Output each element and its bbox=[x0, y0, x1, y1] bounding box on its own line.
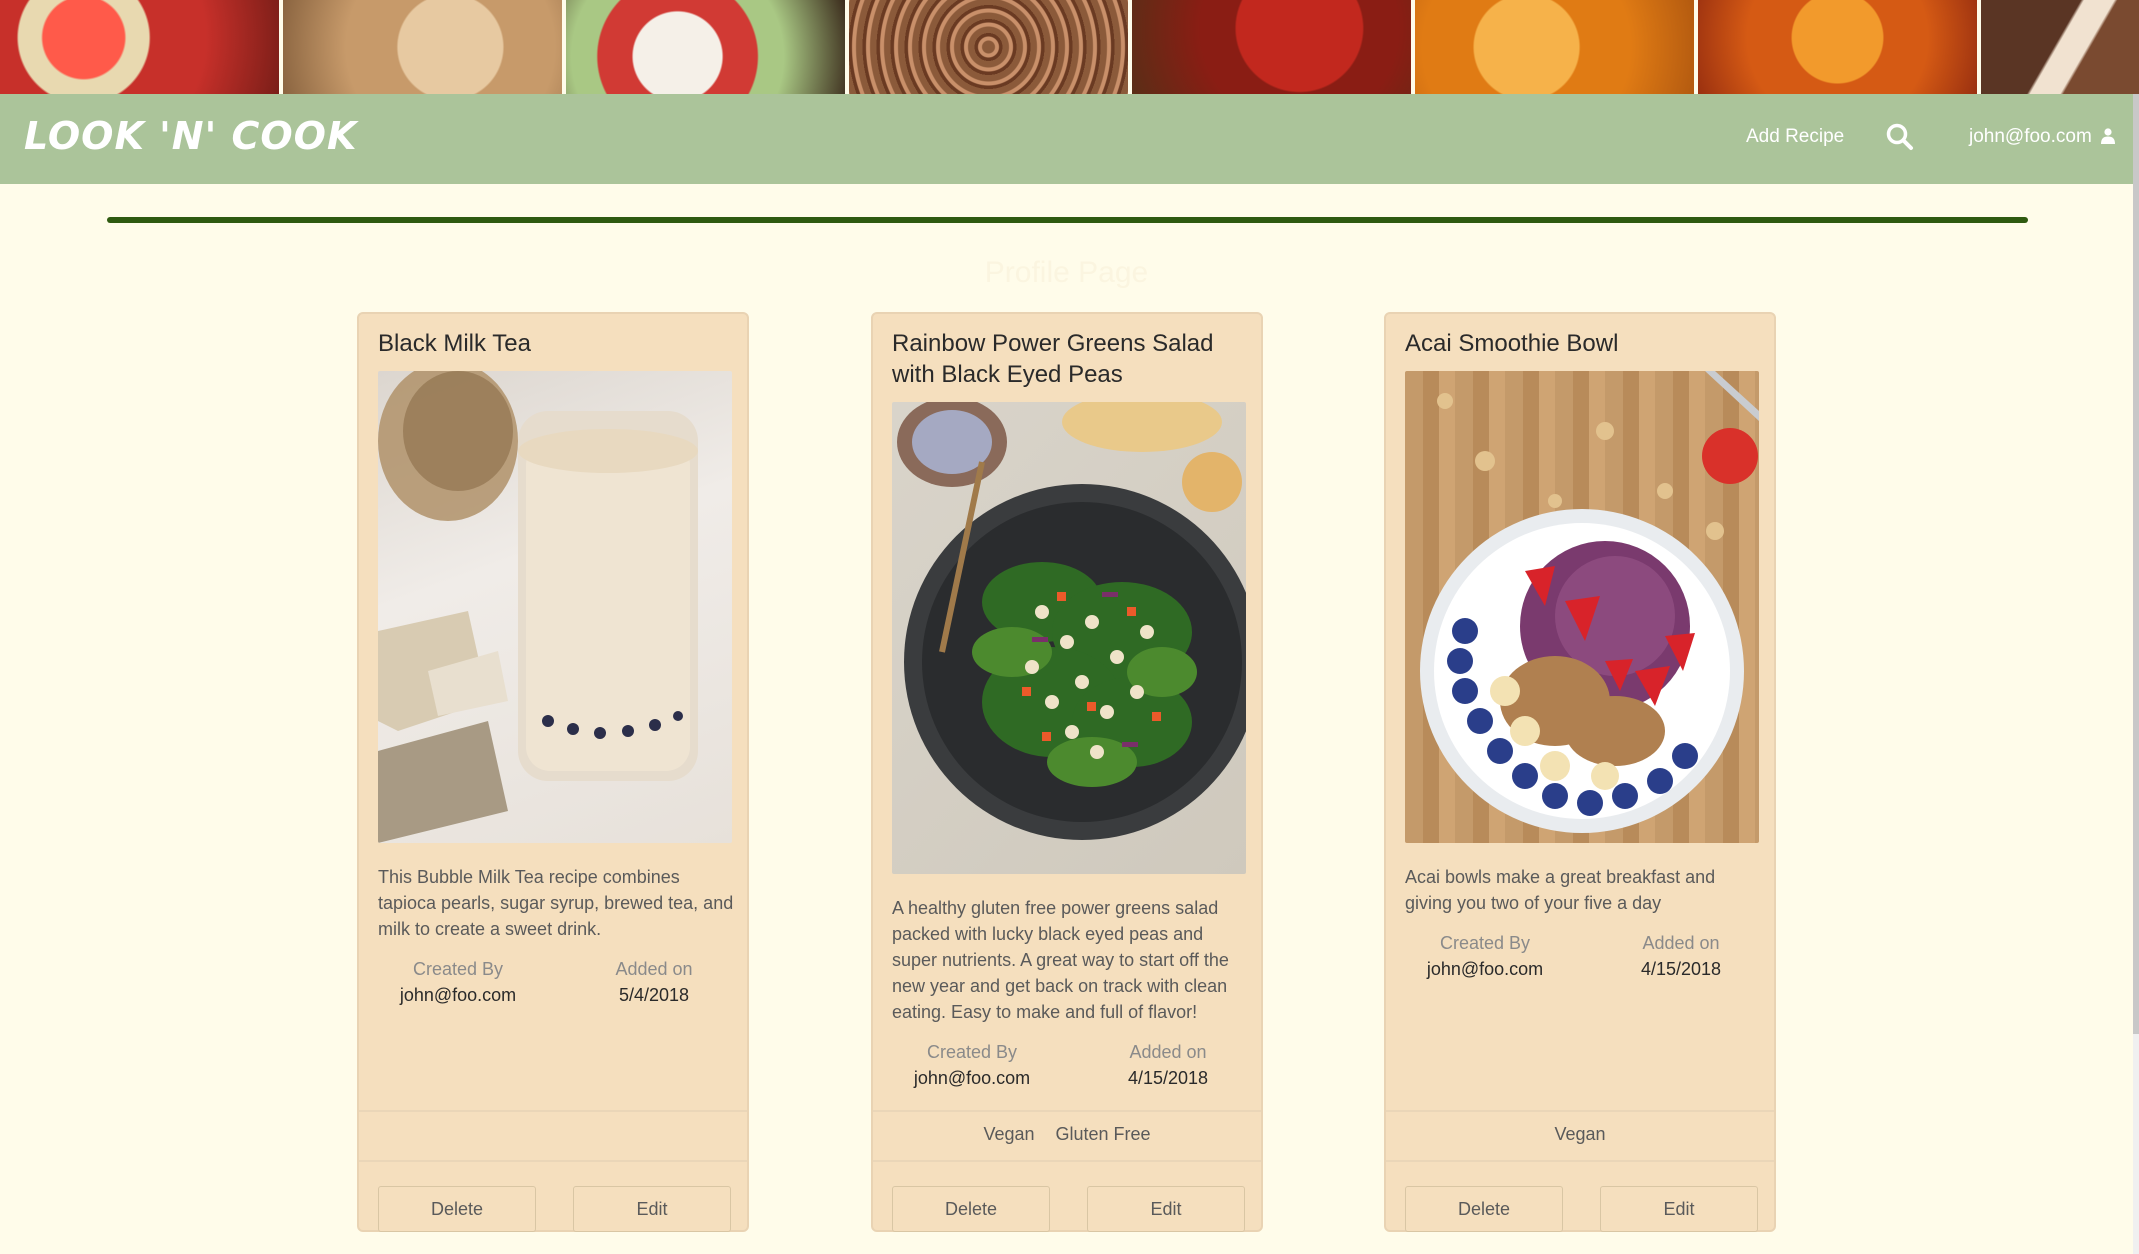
edit-button[interactable]: Edit bbox=[1087, 1186, 1245, 1232]
banner-food-image bbox=[1981, 0, 2139, 94]
recipe-image[interactable] bbox=[892, 402, 1246, 874]
recipe-tags: Vegan Gluten Free bbox=[873, 1110, 1261, 1160]
created-by-value: john@foo.com bbox=[399, 985, 517, 1005]
recipe-image[interactable] bbox=[1405, 371, 1759, 843]
created-by-label: Created By bbox=[1439, 933, 1531, 953]
banner-food-image bbox=[0, 0, 279, 94]
user-icon bbox=[2101, 128, 2116, 144]
banner-food-image bbox=[283, 0, 562, 94]
tag-vegan: Vegan bbox=[983, 1124, 1035, 1144]
user-menu[interactable]: john@foo.com bbox=[1969, 126, 2116, 148]
delete-button[interactable]: Delete bbox=[1405, 1186, 1563, 1232]
created-by-value: john@foo.com bbox=[1426, 959, 1544, 979]
tag-gluten-free: Gluten Free bbox=[1055, 1124, 1151, 1144]
recipe-tags: Vegan bbox=[1386, 1110, 1774, 1160]
recipe-title[interactable]: Black Milk Tea bbox=[378, 328, 734, 359]
tag-vegan: Vegan bbox=[1554, 1124, 1606, 1144]
add-recipe-link[interactable]: Add Recipe bbox=[1746, 126, 1844, 148]
scrollbar-thumb[interactable] bbox=[2133, 94, 2139, 1034]
edit-button[interactable]: Edit bbox=[1600, 1186, 1758, 1232]
banner-food-image bbox=[1415, 0, 1694, 94]
recipe-actions: Delete Edit bbox=[359, 1160, 747, 1232]
recipe-description: A healthy gluten free power greens salad… bbox=[892, 898, 1229, 1022]
created-by-label: Created By bbox=[412, 959, 504, 979]
edit-button[interactable]: Edit bbox=[573, 1186, 731, 1232]
added-on-label: Added on bbox=[1642, 933, 1720, 953]
delete-button[interactable]: Delete bbox=[378, 1186, 536, 1232]
site-logo[interactable]: LOOK 'N' COOK bbox=[24, 114, 357, 158]
recipe-actions: Delete Edit bbox=[873, 1160, 1261, 1232]
user-email: john@foo.com bbox=[1969, 126, 2092, 147]
recipe-card: Rainbow Power Greens Salad with Black Ey… bbox=[871, 312, 1263, 1232]
recipe-title[interactable]: Acai Smoothie Bowl bbox=[1405, 328, 1761, 359]
recipe-description: This Bubble Milk Tea recipe combines tap… bbox=[378, 867, 734, 939]
search-icon bbox=[1886, 123, 1913, 150]
banner-food-image bbox=[1698, 0, 1977, 94]
search-button[interactable] bbox=[1885, 122, 1915, 152]
header-banner-images bbox=[0, 0, 2139, 94]
delete-button[interactable]: Delete bbox=[892, 1186, 1050, 1232]
recipe-card: Acai Smoothie Bowl Acai bowls make a gre… bbox=[1384, 312, 1776, 1232]
recipe-tags bbox=[359, 1110, 747, 1160]
added-on-value: 5/4/2018 bbox=[618, 985, 690, 1005]
recipe-title[interactable]: Rainbow Power Greens Salad with Black Ey… bbox=[892, 328, 1248, 390]
recipe-card: Black Milk Tea This Bubble Milk Tea reci… bbox=[357, 312, 749, 1232]
banner-food-image bbox=[1132, 0, 1411, 94]
added-on-value: 4/15/2018 bbox=[1640, 959, 1722, 979]
added-on-value: 4/15/2018 bbox=[1127, 1068, 1209, 1088]
section-divider bbox=[107, 217, 2028, 223]
recipe-actions: Delete Edit bbox=[1386, 1160, 1774, 1232]
created-by-label: Created By bbox=[926, 1042, 1018, 1062]
created-by-value: john@foo.com bbox=[913, 1068, 1031, 1088]
page-title: Profile Page bbox=[984, 256, 1149, 289]
navbar: LOOK 'N' COOK Add Recipe john@foo.com bbox=[0, 94, 2133, 184]
added-on-label: Added on bbox=[615, 959, 693, 979]
added-on-label: Added on bbox=[1129, 1042, 1207, 1062]
banner-food-image bbox=[849, 0, 1128, 94]
recipe-description: Acai bowls make a great breakfast and gi… bbox=[1405, 867, 1716, 913]
banner-food-image bbox=[566, 0, 845, 94]
recipe-image[interactable] bbox=[378, 371, 732, 843]
